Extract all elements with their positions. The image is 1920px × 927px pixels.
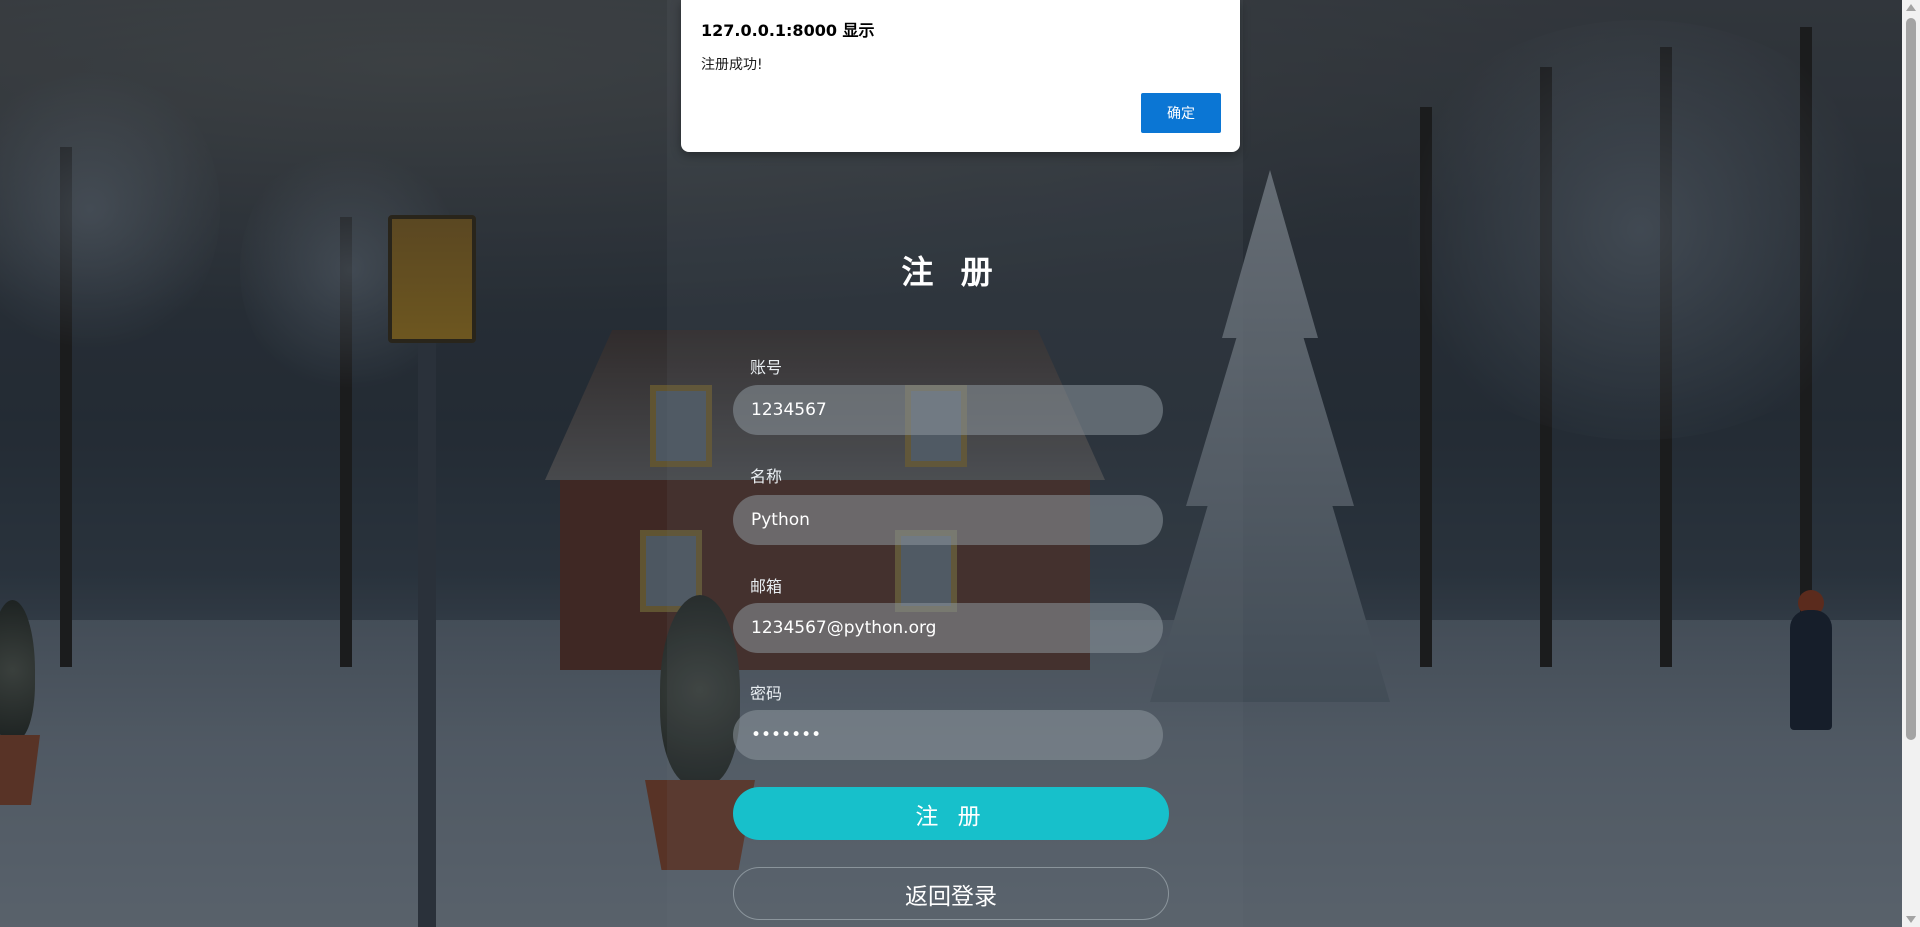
dialog-ok-button[interactable]: 确定 xyxy=(1141,93,1221,133)
name-input[interactable] xyxy=(733,495,1163,545)
dialog-title: 127.0.0.1:8000 显示 xyxy=(701,21,875,40)
register-button[interactable]: 注 册 xyxy=(733,787,1169,840)
scroll-up-arrow-icon[interactable] xyxy=(1906,4,1916,11)
scroll-down-arrow-icon[interactable] xyxy=(1906,916,1916,923)
form-title: 注 册 xyxy=(901,253,1001,291)
email-label: 邮箱 xyxy=(750,577,783,596)
name-label: 名称 xyxy=(750,467,783,486)
scroll-thumb[interactable] xyxy=(1906,18,1916,740)
password-input[interactable] xyxy=(733,710,1163,760)
account-input[interactable] xyxy=(733,385,1163,435)
alert-dialog: 127.0.0.1:8000 显示 注册成功! 确定 xyxy=(681,0,1240,152)
account-label: 账号 xyxy=(750,358,783,377)
back-to-login-button[interactable]: 返回登录 xyxy=(733,867,1169,920)
password-label: 密码 xyxy=(750,684,783,703)
vertical-scrollbar[interactable] xyxy=(1902,0,1920,927)
dialog-message: 注册成功! xyxy=(701,57,763,73)
email-input[interactable] xyxy=(733,603,1163,653)
